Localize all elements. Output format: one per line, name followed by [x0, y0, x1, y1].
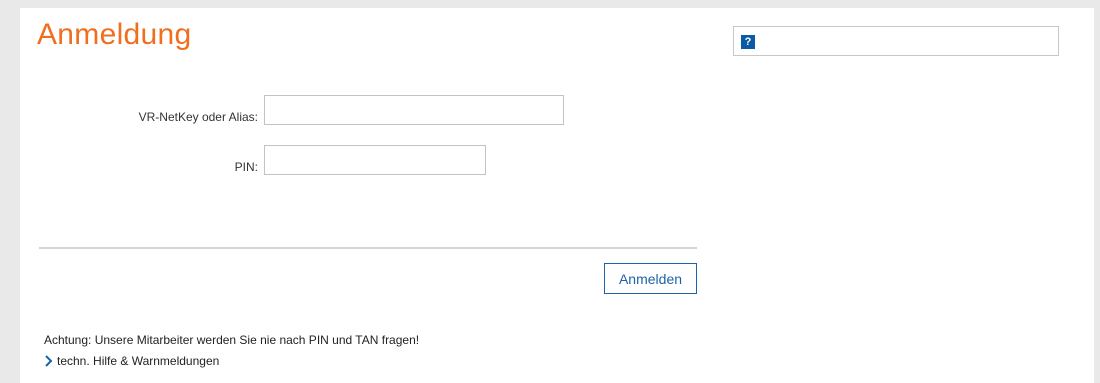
chevron-right-icon: [45, 355, 53, 367]
tech-help-link-label: techn. Hilfe & Warnmeldungen: [57, 354, 220, 368]
pin-label: PIN:: [234, 160, 258, 174]
login-button[interactable]: Anmelden: [604, 263, 697, 294]
login-card: Anmeldung ? VR-NetKey oder Alias: PIN: A…: [20, 8, 1094, 383]
form-divider: [39, 247, 697, 249]
netkey-input[interactable]: [264, 95, 564, 125]
page-title: Anmeldung: [37, 18, 192, 51]
question-mark-icon[interactable]: ?: [741, 35, 755, 49]
help-panel[interactable]: ?: [733, 26, 1059, 56]
tech-help-link[interactable]: techn. Hilfe & Warnmeldungen: [44, 354, 219, 368]
pin-input[interactable]: [264, 145, 486, 175]
security-warning: Achtung: Unsere Mitarbeiter werden Sie n…: [44, 333, 420, 347]
netkey-label: VR-NetKey oder Alias:: [138, 110, 258, 124]
